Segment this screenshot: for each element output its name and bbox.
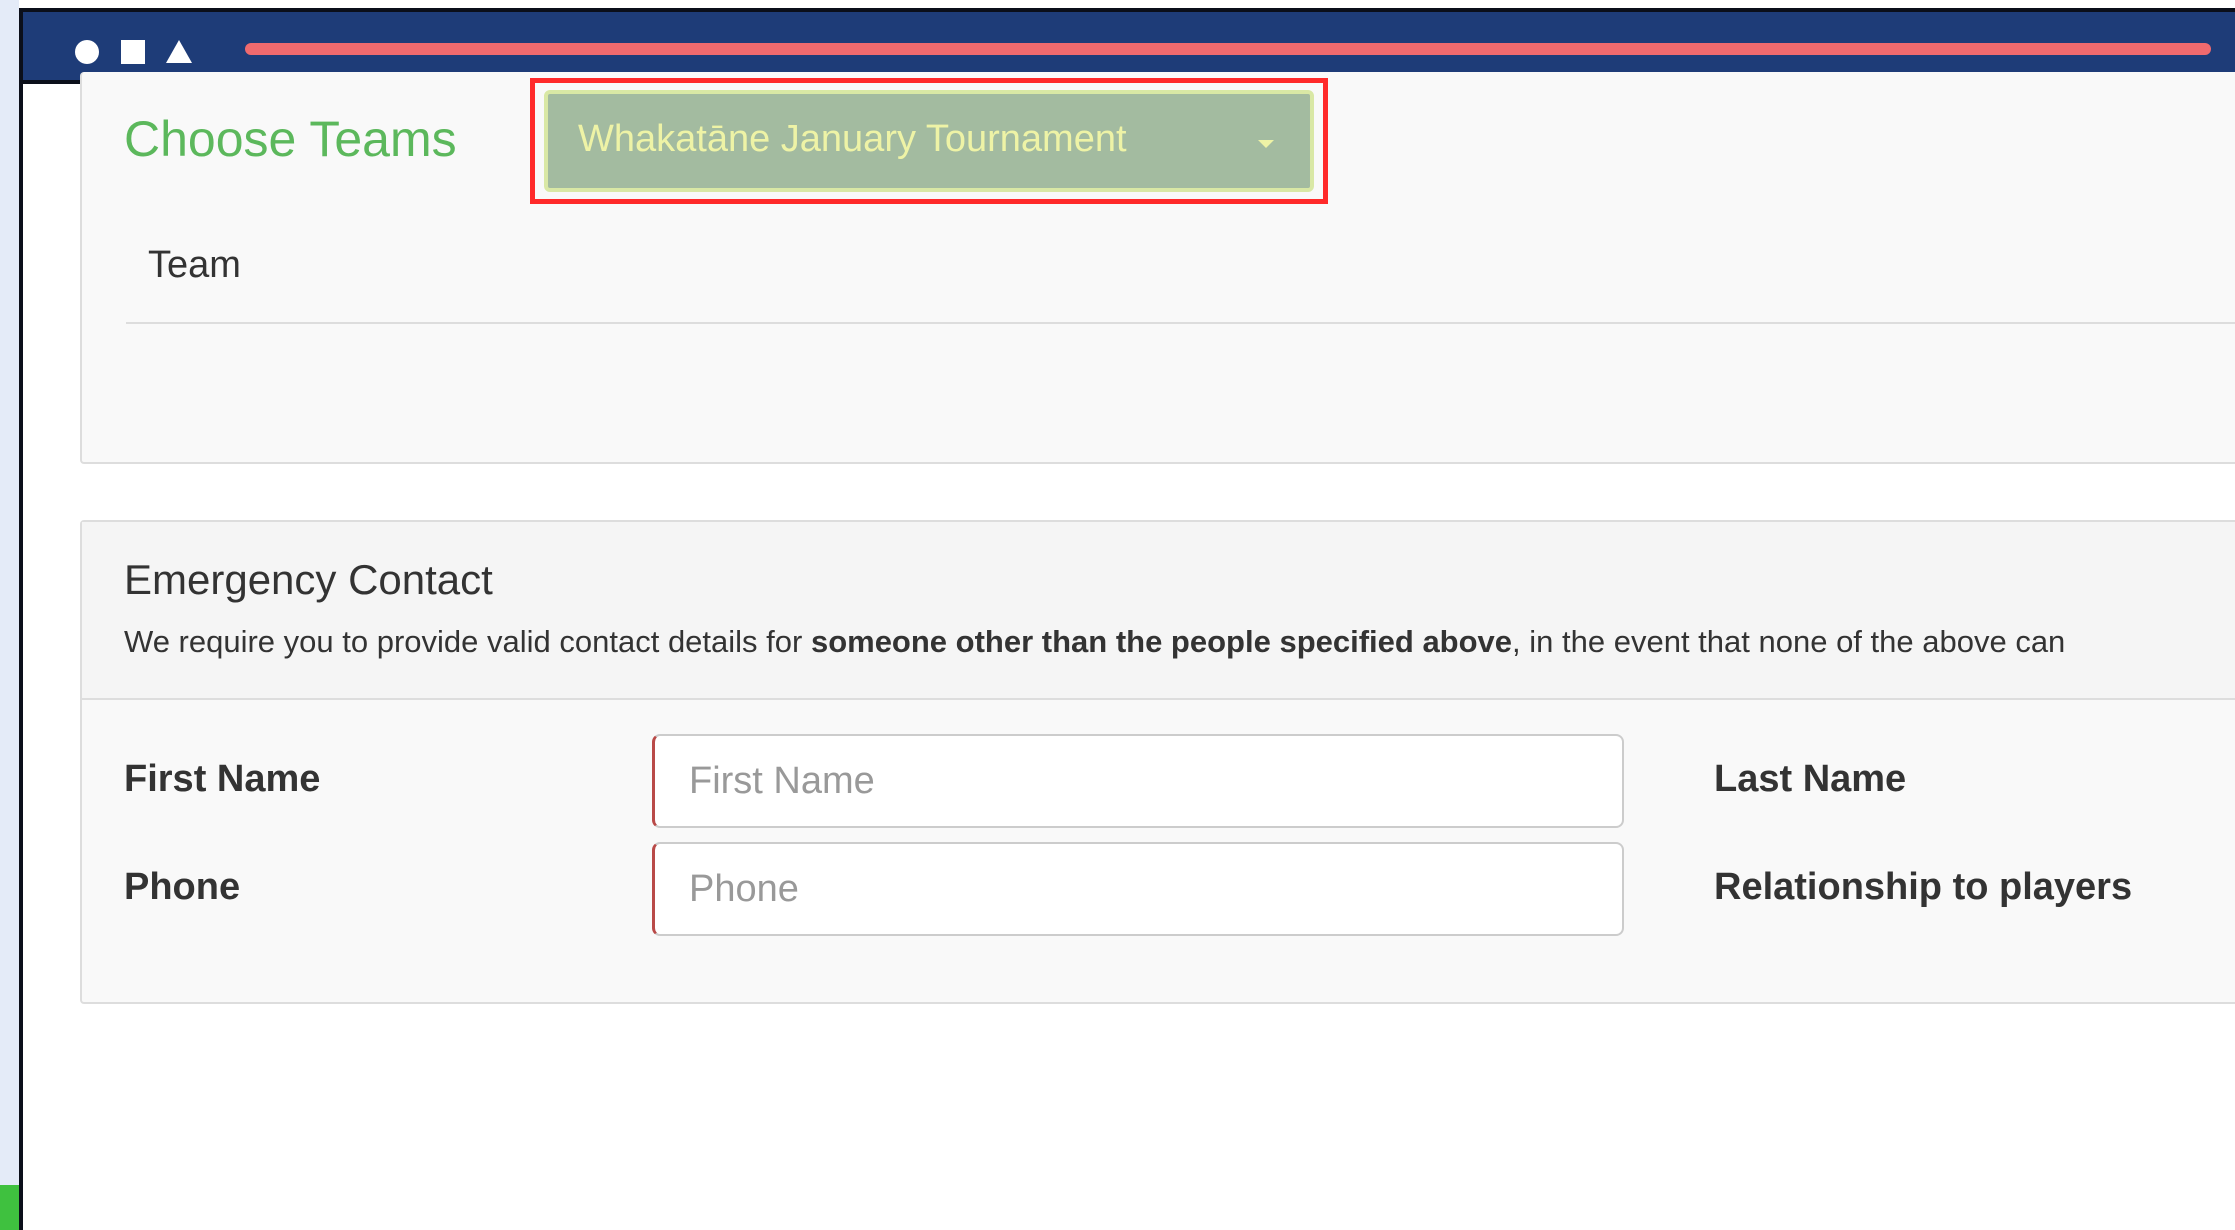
relationship-label: Relationship to players [1714,866,2133,908]
left-edge-indicator [0,1185,19,1230]
first-name-label: First Name [124,758,321,800]
first-name-input[interactable] [652,734,1624,828]
progress-bar-fill [245,43,2211,55]
emergency-contact-title: Emergency Contact [124,556,493,603]
emergency-contact-header [82,522,2235,700]
square-icon[interactable] [121,40,145,64]
description-bold: someone other than the people specified … [810,624,1513,659]
tournament-select-label: Whakatāne January Tournament [578,118,1127,160]
description-suffix: , in the event that none of the above ca… [1512,624,2066,659]
phone-label: Phone [124,866,241,908]
team-column-header: Team [148,244,241,286]
phone-input[interactable] [652,842,1624,936]
circle-icon[interactable] [75,40,99,64]
caret-down-icon [1258,140,1274,148]
triangle-icon[interactable] [166,40,192,63]
last-name-label: Last Name [1714,758,1907,800]
description-prefix: We require you to provide valid contact … [124,624,811,659]
left-edge-strip [0,0,19,1230]
tournament-select[interactable]: Whakatāne January Tournament [544,90,1314,192]
emergency-contact-description: We require you to provide valid contact … [124,624,2065,660]
choose-teams-title: Choose Teams [124,111,457,167]
progress-bar [245,43,2211,55]
table-header-divider [126,322,2235,324]
